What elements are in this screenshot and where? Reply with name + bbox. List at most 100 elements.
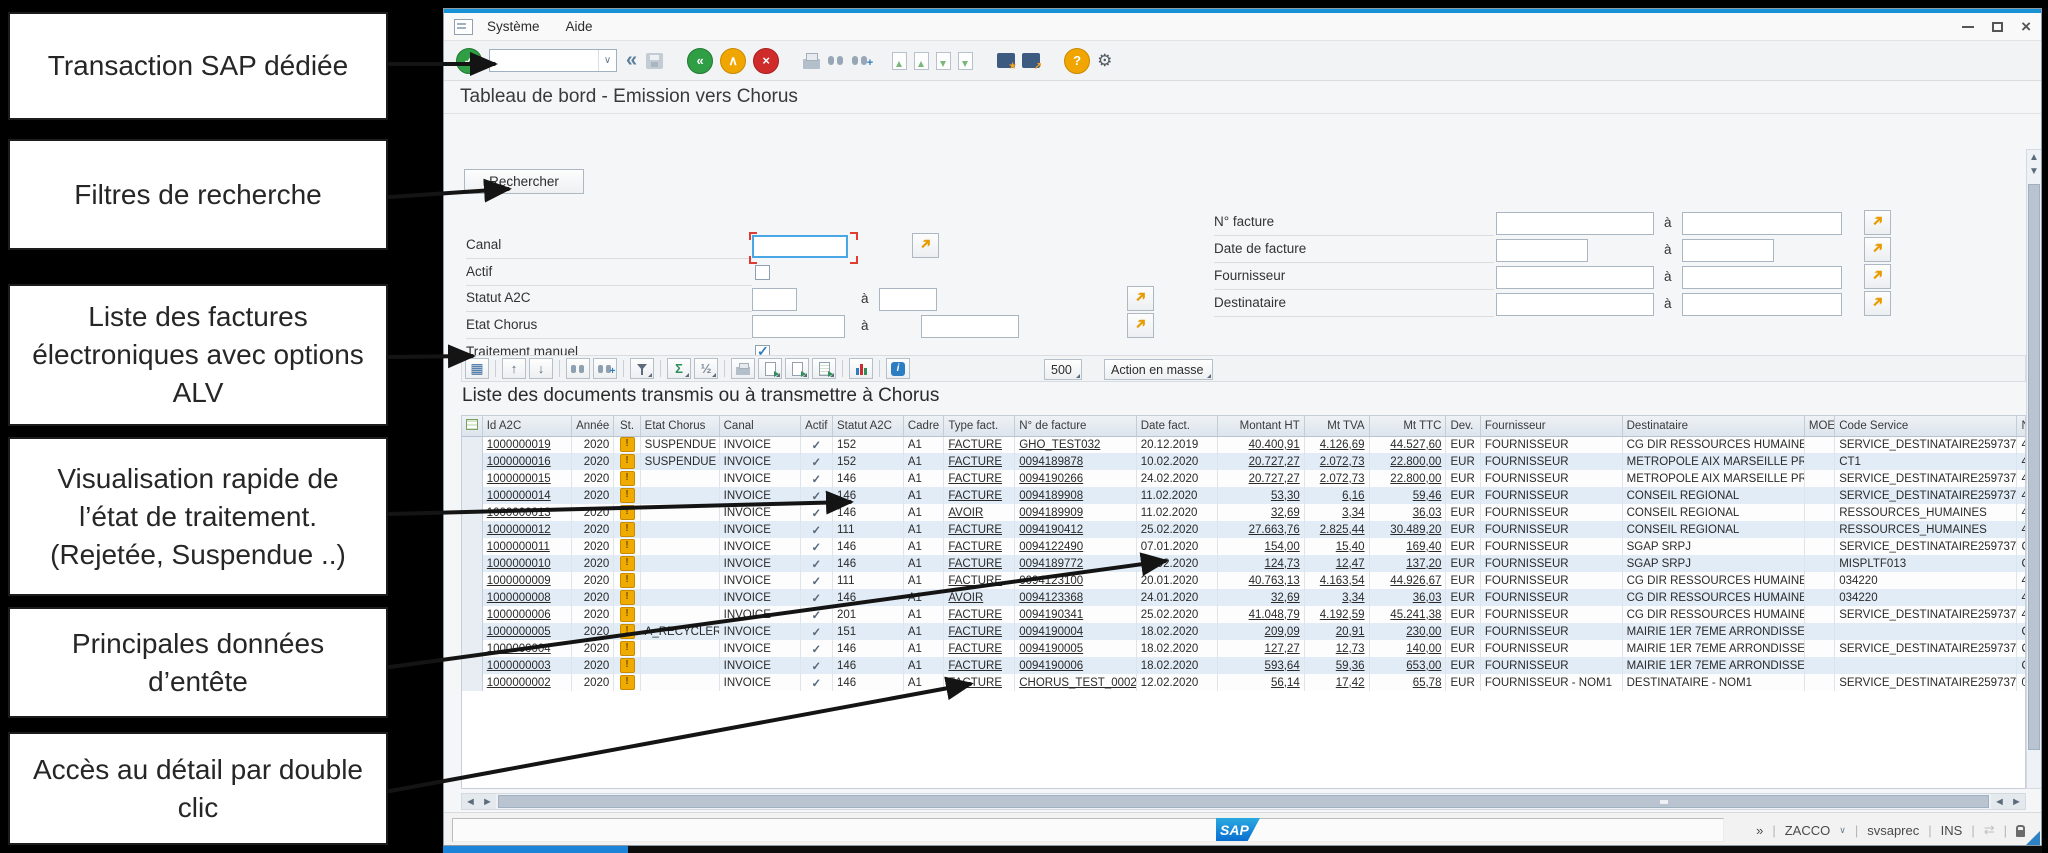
alv-export-file-button[interactable]: [785, 358, 809, 379]
cell-link-id[interactable]: 1000000013: [487, 507, 551, 519]
column-header-de[interactable]: Destinataire: [1622, 416, 1804, 436]
cell-link-ttc[interactable]: 169,40: [1406, 541, 1441, 553]
cell-link-tf[interactable]: FACTURE: [948, 456, 1002, 468]
etat-chorus-from-input[interactable]: [752, 315, 845, 338]
statut-a2c-multiselect-button[interactable]: ➔: [1127, 286, 1154, 311]
num-facture-from-input[interactable]: [1496, 212, 1654, 235]
scroll-left-icon[interactable]: ◄: [462, 794, 479, 809]
column-header-dev[interactable]: Dev.: [1446, 416, 1480, 436]
page-size-button[interactable]: 500: [1044, 359, 1082, 380]
cell-link-id[interactable]: 1000000015: [487, 473, 551, 485]
cell-link-tf[interactable]: FACTURE: [948, 626, 1002, 638]
cell-link-tva[interactable]: 12,47: [1336, 558, 1365, 570]
first-page-icon[interactable]: [892, 52, 907, 70]
cell-link-ht[interactable]: 20.727,27: [1249, 456, 1300, 468]
vertical-scrollbar-thumb[interactable]: [2028, 184, 2040, 750]
cell-sel[interactable]: [462, 657, 482, 674]
cell-link-ht[interactable]: 124,73: [1265, 558, 1300, 570]
horizontal-scrollbar[interactable]: ◄ ► ◄ ►: [461, 793, 2026, 810]
table-row[interactable]: 10000000112020!INVOICE✓146A1FACTURE00941…: [462, 538, 2026, 555]
canal-input[interactable]: [752, 235, 848, 258]
alv-subtotal-button[interactable]: ½: [694, 358, 718, 379]
canal-multiselect-button[interactable]: ➔: [912, 233, 939, 258]
menu-systeme[interactable]: Système: [487, 19, 540, 34]
cell-sel[interactable]: [462, 504, 482, 521]
etat-chorus-to-input[interactable]: [921, 315, 1019, 338]
cell-sel[interactable]: [462, 521, 482, 538]
cell-link-ht[interactable]: 209,09: [1265, 626, 1300, 638]
table-row[interactable]: 10000000052020!A_RECYCLERINVOICE✓151A1FA…: [462, 623, 2026, 640]
cell-link-ttc[interactable]: 45.241,38: [1390, 609, 1441, 621]
cell-link-ht[interactable]: 127,27: [1265, 643, 1300, 655]
cell-link-ht[interactable]: 593,64: [1265, 660, 1300, 672]
column-header-ttc[interactable]: Mt TTC: [1369, 416, 1446, 436]
scroll-right-icon[interactable]: ►: [479, 794, 496, 809]
cell-sel[interactable]: [462, 606, 482, 623]
cell-link-id[interactable]: 1000000004: [487, 643, 551, 655]
cell-link-ttc[interactable]: 59,46: [1413, 490, 1442, 502]
cell-link-tf[interactable]: AVOIR: [948, 507, 983, 519]
cell-link-tva[interactable]: 4.126,69: [1320, 439, 1365, 451]
cell-sel[interactable]: [462, 538, 482, 555]
cell-link-nf[interactable]: 0094190341: [1019, 609, 1083, 621]
cell-link-tf[interactable]: FACTURE: [948, 473, 1002, 485]
cell-link-tva[interactable]: 2.072,73: [1320, 456, 1365, 468]
cell-link-ht[interactable]: 56,14: [1271, 677, 1300, 689]
cell-link-tva[interactable]: 15,40: [1336, 541, 1365, 553]
new-session-icon[interactable]: [997, 53, 1015, 68]
alv-grid-details-button[interactable]: ▦: [465, 358, 489, 379]
horizontal-scrollbar-thumb[interactable]: [498, 795, 1989, 808]
mass-action-button[interactable]: Action en masse: [1104, 359, 1213, 380]
save-icon[interactable]: [646, 53, 663, 69]
fournisseur-to-input[interactable]: [1682, 266, 1842, 289]
cell-link-tf[interactable]: FACTURE: [948, 677, 1002, 689]
cell-link-id[interactable]: 1000000003: [487, 660, 551, 672]
maximize-button[interactable]: [1992, 22, 2003, 32]
cell-link-ttc[interactable]: 140,00: [1406, 643, 1441, 655]
cell-link-tva[interactable]: 2.825,44: [1320, 524, 1365, 536]
table-row[interactable]: 10000000032020!INVOICE✓146A1FACTURE00941…: [462, 657, 2026, 674]
cell-link-id[interactable]: 1000000012: [487, 524, 551, 536]
cell-link-id[interactable]: 1000000010: [487, 558, 551, 570]
table-row[interactable]: 10000000082020!INVOICE✓146A1AVOIR0094123…: [462, 589, 2026, 606]
column-header-fo[interactable]: Fournisseur: [1480, 416, 1622, 436]
customize-layout-icon[interactable]: ⚙: [1097, 51, 1112, 71]
cell-link-tva[interactable]: 20,91: [1336, 626, 1365, 638]
cell-link-nf[interactable]: 0094189909: [1019, 507, 1083, 519]
column-header-tf[interactable]: Type fact.: [944, 416, 1015, 436]
cell-link-tf[interactable]: FACTURE: [948, 490, 1002, 502]
cell-link-ht[interactable]: 32,69: [1271, 507, 1300, 519]
cell-link-ht[interactable]: 32,69: [1271, 592, 1300, 604]
combobox-arrow-icon[interactable]: ∨: [598, 50, 616, 71]
alv-sort-ascending-button[interactable]: ↑: [502, 358, 526, 379]
cell-link-tva[interactable]: 6,16: [1342, 490, 1364, 502]
table-row[interactable]: 10000000132020!INVOICE✓146A1AVOIR0094189…: [462, 504, 2026, 521]
num-facture-to-input[interactable]: [1682, 212, 1842, 235]
fournisseur-from-input[interactable]: [1496, 266, 1654, 289]
cell-link-tva[interactable]: 59,36: [1336, 660, 1365, 672]
exit-button[interactable]: ∧: [720, 48, 746, 74]
cell-link-id[interactable]: 1000000019: [487, 439, 551, 451]
cell-link-tf[interactable]: FACTURE: [948, 609, 1002, 621]
cell-link-tf[interactable]: FACTURE: [948, 643, 1002, 655]
destinataire-to-input[interactable]: [1682, 293, 1842, 316]
cell-sel[interactable]: [462, 436, 482, 453]
cell-link-tva[interactable]: 4.192,59: [1320, 609, 1365, 621]
scroll-left-icon[interactable]: ◄: [1991, 794, 2008, 809]
table-row[interactable]: 10000000022020!INVOICE✓146A1FACTURECHORU…: [462, 674, 2026, 691]
cell-link-nf[interactable]: 0094189908: [1019, 490, 1083, 502]
previous-page-icon[interactable]: [914, 52, 929, 70]
column-header-ht[interactable]: Montant HT: [1217, 416, 1304, 436]
create-shortcut-icon[interactable]: [1022, 53, 1040, 68]
table-row[interactable]: 10000000092020!INVOICE✓111A1FACTURE00941…: [462, 572, 2026, 589]
cell-link-ttc[interactable]: 30.489,20: [1390, 524, 1441, 536]
cell-link-ttc[interactable]: 22.800,00: [1390, 456, 1441, 468]
cell-link-ttc[interactable]: 653,00: [1406, 660, 1441, 672]
cell-link-ttc[interactable]: 44.527,60: [1390, 439, 1441, 451]
cell-sel[interactable]: [462, 674, 482, 691]
close-button[interactable]: ×: [2021, 22, 2031, 32]
cell-link-ttc[interactable]: 137,20: [1406, 558, 1441, 570]
collapse-field-icon[interactable]: «: [626, 49, 637, 72]
alv-filter-button[interactable]: [630, 358, 654, 379]
cell-link-tf[interactable]: AVOIR: [948, 592, 983, 604]
